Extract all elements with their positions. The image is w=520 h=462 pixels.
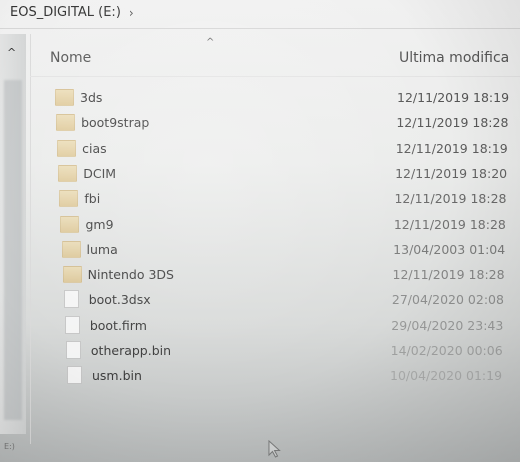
file-modified-date: 12/11/2019 18:19 — [395, 140, 508, 156]
file-name: DCIM — [83, 165, 117, 181]
file-icon — [63, 290, 79, 309]
file-row[interactable]: boot9strap 12/11/2019 18:28 — [0, 112, 520, 134]
file-row[interactable]: luma 13/04/2003 01:04 — [0, 239, 520, 261]
file-row[interactable]: gm9 12/11/2019 18:28 — [0, 214, 520, 236]
folder-icon — [57, 139, 77, 157]
file-modified-date: 10/04/2020 01:19 — [390, 368, 503, 384]
file-list: 3ds 12/11/2019 18:19 boot9strap 12/11/2019 … — [0, 0, 520, 462]
folder-icon — [60, 215, 80, 233]
file-modified-date: 13/04/2003 01:04 — [393, 241, 506, 257]
file-modified-date: 29/04/2020 23:43 — [391, 317, 504, 333]
file-name: luma — [86, 241, 118, 257]
file-name: 3ds — [80, 90, 103, 105]
file-row[interactable]: 3ds 12/11/2019 18:19 — [0, 87, 520, 109]
file-modified-date: 14/02/2020 00:06 — [390, 343, 503, 358]
folder-icon — [55, 89, 74, 106]
file-name: fbi — [84, 191, 101, 207]
file-modified-date: 12/11/2019 18:19 — [397, 90, 510, 105]
status-text: E:) — [4, 442, 15, 451]
file-name: gm9 — [85, 216, 114, 232]
folder-icon — [58, 164, 78, 182]
folder-icon — [62, 266, 82, 284]
file-row[interactable]: DCIM 12/11/2019 18:20 — [0, 163, 520, 185]
file-row[interactable]: boot.3dsx 27/04/2020 02:08 — [0, 289, 520, 311]
file-name: otherapp.bin — [90, 343, 172, 358]
file-name: usm.bin — [92, 368, 142, 384]
file-row[interactable]: fbi 12/11/2019 18:28 — [0, 188, 520, 210]
folder-icon — [59, 190, 79, 208]
file-name: boot9strap — [81, 115, 150, 131]
file-row[interactable]: otherapp.bin 14/02/2020 00:06 — [0, 340, 520, 362]
file-modified-date: 27/04/2020 02:08 — [391, 292, 504, 308]
file-row[interactable]: cias 12/11/2019 18:19 — [0, 138, 520, 160]
file-name: cias — [82, 140, 107, 156]
file-icon — [64, 315, 80, 334]
folder-icon — [56, 114, 76, 132]
file-name: boot.3dsx — [88, 292, 151, 308]
folder-icon — [61, 240, 81, 258]
file-modified-date: 12/11/2019 18:28 — [393, 216, 506, 232]
file-icon — [65, 341, 81, 359]
file-modified-date: 12/11/2019 18:28 — [394, 191, 507, 207]
file-row[interactable]: usm.bin 10/04/2020 01:19 — [0, 365, 520, 387]
file-modified-date: 12/11/2019 18:28 — [392, 267, 505, 283]
file-row[interactable]: boot.firm 29/04/2020 23:43 — [0, 315, 520, 337]
file-modified-date: 12/11/2019 18:28 — [396, 115, 509, 131]
file-icon — [67, 366, 82, 385]
file-name: Nintendo 3DS — [87, 267, 174, 283]
file-name: boot.firm — [89, 317, 147, 333]
file-modified-date: 12/11/2019 18:20 — [395, 165, 508, 181]
mouse-pointer-icon — [268, 440, 281, 458]
file-row[interactable]: Nintendo 3DS 12/11/2019 18:28 — [0, 264, 520, 286]
